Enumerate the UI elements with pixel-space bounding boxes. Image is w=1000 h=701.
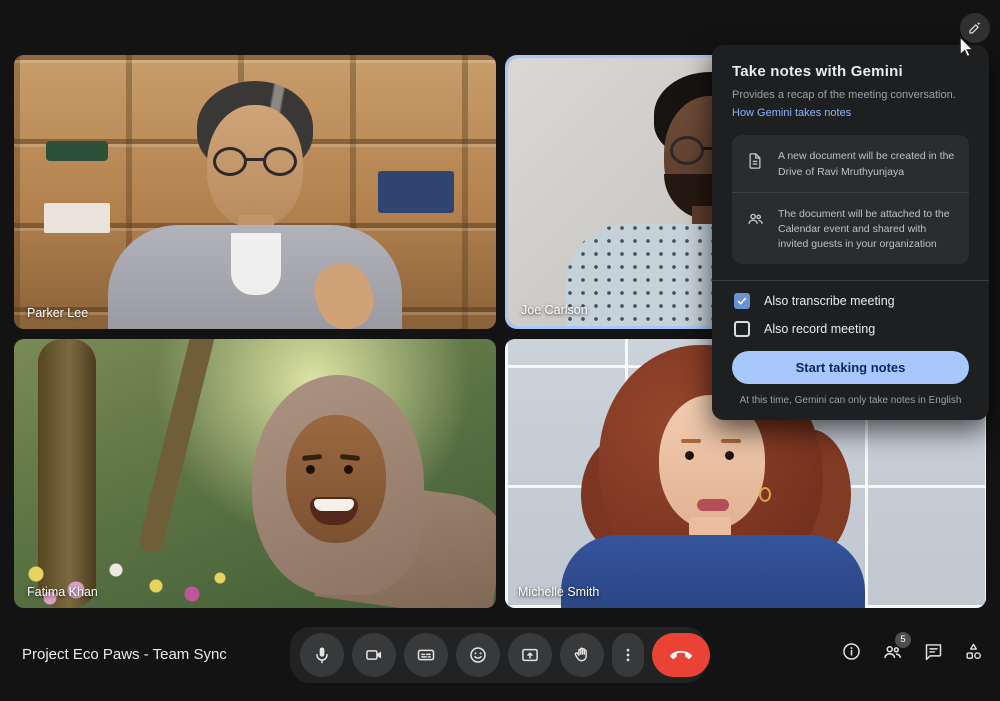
document-icon	[746, 149, 766, 176]
participant-name-label: Joe Carlson	[521, 303, 588, 317]
eye	[725, 451, 734, 460]
shelf-plant	[46, 141, 108, 161]
info-text: A new document will be created in the Dr…	[778, 150, 955, 178]
camera-icon	[366, 650, 382, 660]
earring	[759, 487, 771, 502]
participant-name-label: Parker Lee	[27, 306, 89, 320]
bottom-bar: Project Eco Paws - Team Sync 5	[0, 608, 1000, 701]
panel-divider	[712, 280, 989, 282]
smile-teeth	[314, 499, 354, 511]
info-row-drive: A new document will be created in the Dr…	[732, 135, 969, 191]
pen-spark-icon	[969, 21, 981, 34]
raise-hand-icon	[574, 647, 587, 662]
record-checkbox-row[interactable]: Also record meeting	[732, 321, 969, 338]
video-tile-fatima-khan[interactable]: Fatima Khan	[14, 339, 496, 608]
shelf-box	[378, 171, 454, 213]
participant-shirt	[561, 535, 865, 608]
video-feed	[14, 55, 496, 329]
info-text: The document will be attached to the Cal…	[778, 207, 950, 251]
end-call-button[interactable]	[652, 633, 710, 677]
gemini-take-notes-panel: Take notes with Gemini Provides a recap …	[712, 45, 989, 421]
how-gemini-takes-notes-link[interactable]: How Gemini takes notes	[732, 107, 851, 119]
present-screen-icon	[522, 648, 538, 662]
emoji-icon	[470, 647, 486, 663]
chat-icon	[925, 644, 942, 661]
end-call-icon	[670, 650, 692, 659]
checkbox-label: Also transcribe meeting	[764, 294, 895, 309]
chat-button[interactable]	[923, 641, 944, 665]
present-screen-button[interactable]	[508, 633, 552, 677]
call-controls	[290, 627, 710, 683]
eye	[306, 465, 315, 474]
participant-count-badge: 5	[895, 632, 911, 648]
video-tile-parker-lee[interactable]: Parker Lee	[14, 55, 496, 329]
transcribe-checkbox-row[interactable]: Also transcribe meeting	[732, 293, 969, 310]
camera-button[interactable]	[352, 633, 396, 677]
glasses	[213, 147, 247, 176]
notes-info-card: A new document will be created in the Dr…	[732, 135, 969, 265]
captions-icon	[417, 649, 435, 661]
meet-window: Parker Lee Joe Carlson Fatima Khan Miche…	[0, 0, 1000, 701]
video-feed	[14, 339, 496, 608]
panel-title: Take notes with Gemini	[732, 63, 903, 80]
more-options-icon	[626, 648, 630, 662]
participant-name-label: Michelle Smith	[518, 585, 600, 599]
group-icon	[746, 207, 766, 233]
eyebrow	[681, 439, 701, 443]
side-actions: 5	[841, 632, 984, 665]
raise-hand-button[interactable]	[560, 633, 604, 677]
activities-icon	[966, 643, 981, 660]
emoji-reactions-button[interactable]	[456, 633, 500, 677]
participant-name-label: Fatima Khan	[27, 585, 98, 599]
panel-footnote: At this time, Gemini can only take notes…	[739, 395, 962, 407]
microphone-button[interactable]	[300, 633, 344, 677]
glasses-bridge	[245, 158, 265, 161]
meeting-details-button[interactable]	[841, 641, 862, 665]
lips	[697, 499, 729, 511]
info-icon	[843, 643, 860, 660]
mouse-cursor	[959, 36, 974, 58]
shelf-box	[44, 203, 110, 233]
meeting-title: Project Eco Paws - Team Sync	[22, 646, 227, 663]
checkbox-unchecked-icon[interactable]	[734, 321, 750, 338]
panel-subtitle: Provides a recap of the meeting conversa…	[732, 89, 956, 101]
start-taking-notes-button[interactable]: Start taking notes	[732, 351, 969, 385]
checkbox-label: Also record meeting	[764, 322, 876, 337]
eye	[685, 451, 694, 460]
captions-button[interactable]	[404, 633, 448, 677]
eyebrow	[721, 439, 741, 443]
more-options-button[interactable]	[612, 633, 644, 677]
eye	[344, 465, 353, 474]
glasses	[263, 147, 297, 176]
activities-button[interactable]	[963, 641, 984, 665]
participant-shirt	[231, 233, 281, 295]
people-button[interactable]: 5	[881, 632, 911, 665]
checkbox-checked-icon[interactable]	[734, 293, 750, 310]
info-row-calendar: The document will be attached to the Cal…	[732, 191, 969, 265]
glasses	[670, 136, 704, 165]
microphone-icon	[316, 647, 328, 664]
